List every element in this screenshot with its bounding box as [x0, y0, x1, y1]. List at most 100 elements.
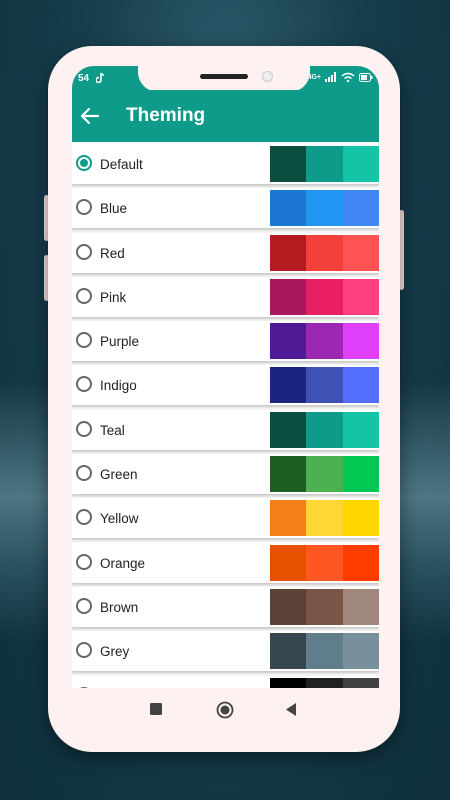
camera-notch — [138, 66, 310, 92]
color-swatch — [306, 677, 343, 688]
color-swatch — [342, 234, 379, 271]
signal-icon — [325, 72, 336, 82]
theme-label: Pink — [100, 289, 127, 305]
front-camera — [262, 71, 273, 82]
color-swatch — [342, 190, 379, 227]
theme-label: Red — [100, 245, 125, 261]
color-swatch — [342, 500, 379, 537]
theme-option-row[interactable]: Default — [72, 144, 379, 184]
color-swatch — [306, 234, 343, 271]
color-swatches — [270, 544, 379, 581]
back-nav-icon[interactable] — [285, 703, 297, 716]
navigation-bar — [72, 688, 379, 732]
radio-button[interactable] — [76, 509, 92, 526]
radio-button[interactable] — [76, 465, 92, 482]
color-swatches — [270, 588, 379, 625]
back-arrow-icon[interactable] — [78, 104, 102, 128]
tiktok-icon — [96, 72, 105, 83]
color-swatch — [270, 367, 307, 404]
color-swatch — [270, 190, 307, 227]
color-swatch — [342, 367, 379, 404]
color-swatch — [270, 677, 307, 688]
battery-icon — [359, 72, 373, 82]
color-swatch — [270, 544, 307, 581]
color-swatch — [306, 278, 343, 315]
color-swatch — [306, 588, 343, 625]
color-swatch — [306, 456, 343, 493]
theme-option-row[interactable]: Blue — [72, 188, 379, 229]
theme-option-row[interactable]: Grey — [72, 631, 379, 672]
earpiece-speaker — [200, 74, 248, 79]
color-swatch — [342, 323, 379, 360]
color-swatch — [270, 456, 307, 493]
theme-label: Grey — [100, 644, 130, 660]
color-swatch — [342, 677, 379, 688]
color-swatch — [270, 411, 307, 448]
color-swatch — [270, 588, 307, 625]
theme-option-row[interactable]: Green — [72, 454, 379, 495]
color-swatch — [270, 323, 307, 360]
color-swatches — [270, 190, 379, 227]
color-swatch — [270, 146, 307, 182]
radio-button[interactable] — [76, 642, 92, 659]
recent-apps-icon[interactable] — [150, 703, 162, 715]
theme-label: Teal — [100, 422, 125, 438]
home-icon[interactable] — [216, 701, 234, 719]
theme-option-row[interactable]: Red — [72, 232, 379, 273]
color-swatch — [306, 146, 343, 182]
radio-button[interactable] — [76, 243, 92, 260]
color-swatch — [342, 633, 379, 670]
color-swatch — [306, 190, 343, 227]
color-swatch — [270, 278, 307, 315]
radio-button[interactable] — [76, 287, 92, 304]
radio-button[interactable] — [76, 199, 92, 216]
color-swatches — [270, 677, 379, 688]
theme-option-row[interactable] — [72, 675, 379, 688]
color-swatch — [270, 633, 307, 670]
color-swatch — [342, 146, 379, 182]
color-swatch — [342, 278, 379, 315]
theme-option-row[interactable]: Orange — [72, 542, 379, 583]
theme-option-row[interactable]: Pink — [72, 276, 379, 317]
theme-label: Yellow — [100, 511, 139, 527]
color-swatches — [270, 500, 379, 537]
status-time: 54 — [78, 73, 90, 84]
theme-label: Green — [100, 467, 138, 483]
color-swatch — [306, 323, 343, 360]
color-swatch — [270, 500, 307, 537]
color-swatch — [306, 367, 343, 404]
color-swatches — [270, 633, 379, 670]
theme-option-row[interactable]: Yellow — [72, 498, 379, 539]
theme-list[interactable]: Default Blue Red Pink Purple Indigo Teal Green Y… — [72, 144, 379, 688]
radio-button[interactable] — [76, 597, 92, 614]
theme-option-row[interactable]: Purple — [72, 321, 379, 362]
color-swatches — [270, 456, 379, 493]
theme-option-row[interactable]: Teal — [72, 409, 379, 450]
theme-label: Brown — [100, 599, 139, 615]
color-swatch — [342, 588, 379, 625]
theme-label: Default — [100, 157, 143, 172]
color-swatches — [270, 411, 379, 448]
color-swatches — [270, 278, 379, 315]
theme-option-row[interactable]: Brown — [72, 586, 379, 627]
theme-label: Purple — [100, 334, 140, 350]
theme-label: Indigo — [100, 378, 137, 394]
radio-button[interactable] — [76, 420, 92, 437]
radio-button[interactable] — [76, 376, 92, 393]
theme-label: Orange — [100, 555, 146, 571]
radio-button[interactable] — [76, 332, 92, 349]
page-title: Theming — [126, 105, 206, 126]
radio-button[interactable] — [76, 553, 92, 570]
theme-label: Blue — [100, 201, 128, 217]
color-swatches — [270, 146, 379, 182]
radio-button[interactable] — [76, 155, 92, 171]
wifi-icon — [341, 72, 355, 82]
phone-screen: 54 4G+ Theming Default Blue Red Pink Pur… — [72, 66, 379, 732]
color-swatch — [306, 544, 343, 581]
color-swatches — [270, 323, 379, 360]
color-swatch — [342, 411, 379, 448]
theme-option-row[interactable]: Indigo — [72, 365, 379, 406]
color-swatches — [270, 234, 379, 271]
color-swatch — [306, 500, 343, 537]
color-swatch — [342, 456, 379, 493]
